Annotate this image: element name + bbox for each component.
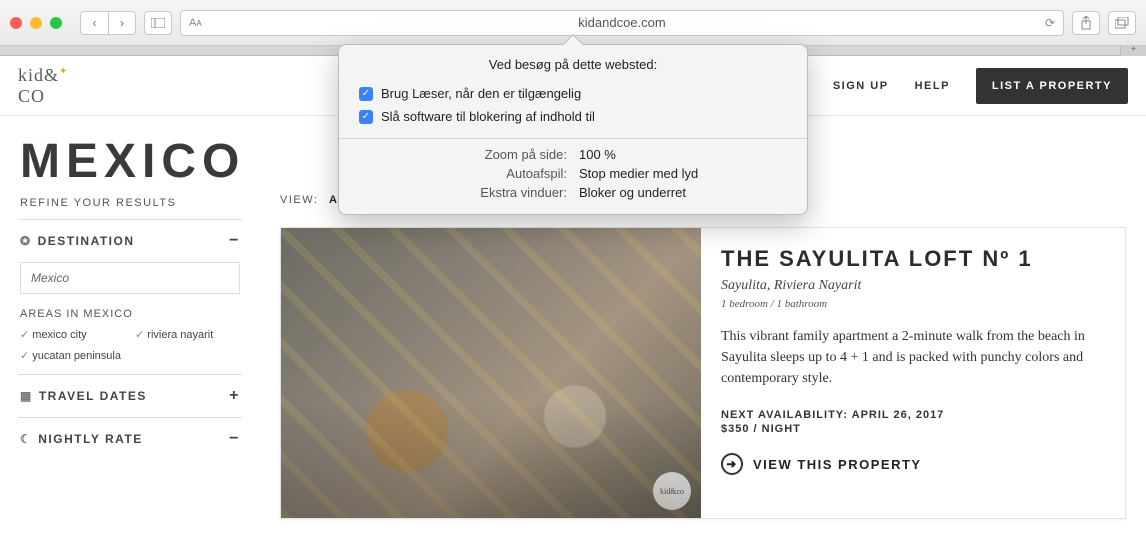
view-property-link[interactable]: ➜ VIEW THIS PROPERTY	[721, 453, 1105, 475]
popups-value: Bloker og underret	[579, 185, 787, 200]
tabs-button[interactable]	[1108, 11, 1136, 35]
reload-icon[interactable]: ⟳	[1045, 16, 1055, 30]
window-controls	[10, 17, 62, 29]
moon-icon: ☾	[20, 432, 32, 446]
globe-icon: ✪	[20, 234, 32, 248]
property-title-text: THE SAYULITA LOFT	[721, 246, 974, 271]
header-right: SIGN UP HELP LIST A PROPERTY	[833, 68, 1128, 104]
minimize-window[interactable]	[30, 17, 42, 29]
property-location: Sayulita, Riviera Nayarit	[721, 278, 1105, 294]
site-settings-icon[interactable]: Aᴀ	[189, 17, 202, 29]
photo-badge: kid&co	[653, 472, 691, 510]
property-card[interactable]: kid&co THE SAYULITA LOFT Nº 1 Sayulita, …	[280, 227, 1126, 519]
filters-sidebar: ✪ DESTINATION − Mexico AREAS IN MEXICO me…	[0, 219, 260, 527]
property-info: THE SAYULITA LOFT Nº 1 Sayulita, Riviera…	[701, 228, 1125, 518]
share-button[interactable]	[1072, 11, 1100, 35]
filter-travel-title: TRAVEL DATES	[39, 389, 147, 403]
property-availability: NEXT AVAILABILITY: APRIL 26, 2017	[721, 409, 1105, 421]
filter-travel-header[interactable]: ▦ TRAVEL DATES +	[20, 387, 240, 405]
property-price: $350 / NIGHT	[721, 423, 1105, 435]
reader-checkbox-row[interactable]: ✓ Brug Læser, når den er tilgængelig	[339, 82, 807, 105]
property-meta: 1 bedroom / 1 bathroom	[721, 298, 1105, 310]
popups-label: Ekstra vinduer:	[359, 185, 567, 200]
availability-date: APRIL 26, 2017	[852, 409, 945, 421]
view-label: VIEW:	[280, 194, 318, 206]
area-item[interactable]: mexico city	[20, 328, 125, 341]
zoom-label: Zoom på side:	[359, 147, 567, 162]
results: kid&co THE SAYULITA LOFT Nº 1 Sayulita, …	[260, 219, 1146, 527]
address-bar[interactable]: Aᴀ kidandcoe.com ⟳	[180, 10, 1064, 36]
view-property-label: VIEW THIS PROPERTY	[753, 457, 922, 472]
zoom-row[interactable]: Zoom på side: 100 %	[339, 145, 807, 164]
filter-destination-title: DESTINATION	[38, 234, 135, 248]
property-title-number: Nº 1	[982, 246, 1032, 271]
arrow-right-icon: ➜	[721, 453, 743, 475]
autoplay-row[interactable]: Autoafspil: Stop medier med lyd	[339, 164, 807, 183]
divider	[339, 138, 807, 139]
zoom-value: 100 %	[579, 147, 787, 162]
collapse-icon: −	[229, 430, 240, 448]
filter-destination: ✪ DESTINATION − Mexico AREAS IN MEXICO me…	[18, 219, 242, 374]
view-toggle[interactable]: VIEW: AL	[280, 194, 347, 206]
list-property-button[interactable]: LIST A PROPERTY	[976, 68, 1128, 104]
reader-label: Brug Læser, når den er tilgængelig	[381, 86, 581, 101]
property-title: THE SAYULITA LOFT Nº 1	[721, 246, 1105, 272]
availability-label: NEXT AVAILABILITY:	[721, 409, 852, 421]
nav-buttons: ‹ ›	[80, 11, 136, 35]
autoplay-label: Autoafspil:	[359, 166, 567, 181]
site-settings-popover: Ved besøg på dette websted: ✓ Brug Læser…	[338, 44, 808, 215]
destination-input[interactable]: Mexico	[20, 262, 240, 294]
filter-rate-header[interactable]: ☾ NIGHTLY RATE −	[20, 430, 240, 448]
content-blocker-checkbox-row[interactable]: ✓ Slå software til blokering af indhold …	[339, 105, 807, 128]
site-logo[interactable]: kid&✦CO	[18, 65, 68, 107]
url-text: kidandcoe.com	[578, 15, 665, 30]
help-link[interactable]: HELP	[915, 80, 950, 92]
collapse-icon: −	[229, 232, 240, 250]
checkbox-checked-icon: ✓	[359, 87, 373, 101]
areas-label: AREAS IN MEXICO	[20, 308, 240, 320]
area-item[interactable]: riviera nayarit	[135, 328, 240, 341]
areas-list: mexico city riviera nayarit yucatan peni…	[20, 328, 240, 362]
signup-link[interactable]: SIGN UP	[833, 80, 889, 92]
filter-nightly-rate: ☾ NIGHTLY RATE −	[18, 417, 242, 460]
zoom-window[interactable]	[50, 17, 62, 29]
calendar-icon: ▦	[20, 389, 33, 403]
autoplay-value: Stop medier med lyd	[579, 166, 787, 181]
content-blocker-label: Slå software til blokering af indhold ti…	[381, 109, 595, 124]
expand-icon: +	[229, 387, 240, 405]
forward-button[interactable]: ›	[108, 11, 136, 35]
checkbox-checked-icon: ✓	[359, 110, 373, 124]
area-item[interactable]: yucatan peninsula	[20, 349, 125, 362]
popover-title: Ved besøg på dette websted:	[339, 45, 807, 82]
filter-destination-header[interactable]: ✪ DESTINATION −	[20, 232, 240, 250]
property-description: This vibrant family apartment a 2-minute…	[721, 326, 1105, 389]
back-button[interactable]: ‹	[80, 11, 108, 35]
popups-row[interactable]: Ekstra vinduer: Bloker og underret	[339, 183, 807, 214]
filter-rate-title: NIGHTLY RATE	[38, 432, 142, 446]
sidebar-toggle[interactable]	[144, 11, 172, 35]
filter-travel-dates: ▦ TRAVEL DATES +	[18, 374, 242, 417]
property-photo[interactable]: kid&co	[281, 228, 701, 518]
new-tab-button[interactable]: +	[1120, 46, 1146, 56]
close-window[interactable]	[10, 17, 22, 29]
